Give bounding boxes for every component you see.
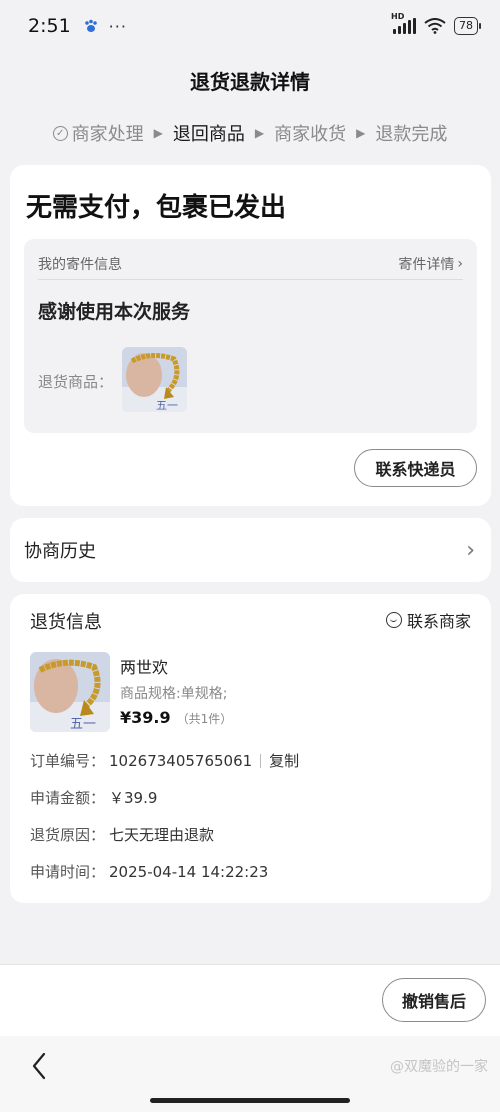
- product-price: ¥39.9: [120, 708, 171, 727]
- return-goods-thumbnail[interactable]: 五一: [122, 347, 187, 412]
- apply-amount-row: 申请金额： ￥39.9: [30, 787, 157, 808]
- arrow-right-icon: ▶: [254, 126, 265, 140]
- shipping-info-box: 我的寄件信息 寄件详情 › 感谢使用本次服务 退货商品： 五一: [24, 239, 477, 433]
- order-number-key: 订单编号：: [30, 752, 106, 770]
- bottom-action-bar: 撤销售后: [0, 964, 500, 1036]
- more-notifications-icon: ···: [108, 16, 127, 36]
- battery-icon: 78: [454, 17, 481, 35]
- svg-text:五一: 五一: [70, 717, 96, 732]
- product-name: 两世欢: [120, 658, 169, 677]
- check-circle-icon: ✓: [52, 125, 68, 141]
- return-reason-value: 七天无理由退款: [109, 826, 215, 844]
- step-label: 退款完成: [375, 124, 448, 145]
- product-count: （共1件）: [176, 712, 233, 726]
- shipping-info-heading: 我的寄件信息: [38, 257, 122, 273]
- contact-courier-button[interactable]: 联系快递员: [354, 449, 477, 487]
- chevron-right-icon: ›: [457, 256, 463, 272]
- product-thumbnail[interactable]: 五一: [30, 652, 110, 732]
- progress-steps: ✓ 商家处理 ▶ 退回商品 ▶ 商家收货 ▶ 退款完成: [0, 120, 500, 146]
- step-merchant-processing: ✓ 商家处理: [52, 120, 144, 146]
- order-number-value: 102673405765061: [109, 751, 253, 770]
- signal-icon: HD: [391, 12, 416, 34]
- status-title: 无需支付，包裹已发出: [26, 193, 287, 223]
- contact-merchant-label: 联系商家: [406, 612, 471, 631]
- apply-amount-key: 申请金额：: [30, 789, 106, 807]
- contact-merchant-button[interactable]: 联系商家: [385, 608, 471, 632]
- step-merchant-receipt: 商家收货: [274, 120, 346, 146]
- back-arrow-icon[interactable]: [28, 1050, 50, 1082]
- chat-icon: [385, 612, 402, 628]
- product-price-row: ¥39.9 （共1件）: [120, 708, 232, 727]
- shipping-info-header: 我的寄件信息 寄件详情 ›: [38, 249, 463, 279]
- step-label: 商家处理: [71, 124, 144, 145]
- divider: [260, 753, 262, 768]
- return-info-title: 退货信息: [30, 612, 102, 633]
- return-reason-row: 退货原因： 七天无理由退款: [30, 824, 214, 845]
- system-nav-bar: @双魔验的一家: [0, 1036, 500, 1112]
- negotiation-history-row[interactable]: 协商历史 ›: [10, 518, 491, 582]
- return-goods-label: 退货商品：: [38, 373, 114, 391]
- wifi-icon: [424, 18, 446, 34]
- step-label: 商家收货: [274, 124, 347, 145]
- watermark: @双魔验的一家: [390, 1059, 488, 1075]
- thanks-message: 感谢使用本次服务: [38, 301, 191, 323]
- return-reason-key: 退货原因：: [30, 826, 106, 844]
- apply-amount-value: ￥39.9: [109, 789, 158, 807]
- history-label: 协商历史: [24, 541, 96, 562]
- step-refund-complete: 退款完成: [375, 120, 447, 146]
- shipping-detail-link[interactable]: 寄件详情 ›: [398, 254, 463, 274]
- apply-time-row: 申请时间： 2025-04-14 14:22:23: [30, 861, 268, 882]
- apply-time-value: 2025-04-14 14:22:23: [109, 862, 269, 881]
- status-bar: 2:51 ··· HD 78: [0, 0, 500, 52]
- apply-time-key: 申请时间：: [30, 863, 106, 881]
- order-number-row: 订单编号： 102673405765061 复制: [30, 750, 299, 771]
- arrow-right-icon: ▶: [356, 126, 366, 140]
- network-type-label: HD: [391, 12, 405, 21]
- svg-text:五一: 五一: [156, 399, 178, 412]
- status-time: 2:51: [28, 15, 71, 37]
- divider: [38, 279, 463, 280]
- cancel-after-sale-button[interactable]: 撤销售后: [382, 978, 486, 1022]
- paw-icon: [84, 19, 97, 32]
- page-title: 退货退款详情: [190, 70, 310, 94]
- shipping-detail-label: 寄件详情: [398, 257, 455, 273]
- copy-order-number-button[interactable]: 复制: [269, 750, 299, 771]
- step-label: 退回商品: [172, 124, 245, 145]
- arrow-right-icon: ▶: [153, 126, 163, 140]
- product-spec: 商品规格:单规格;: [120, 686, 228, 702]
- status-indicators: HD 78: [391, 12, 481, 35]
- chevron-right-icon: ›: [466, 537, 475, 563]
- home-indicator[interactable]: [150, 1098, 350, 1103]
- status-card: 无需支付，包裹已发出 我的寄件信息 寄件详情 › 感谢使用本次服务 退货商品： …: [10, 165, 491, 506]
- step-return-goods: 退回商品: [173, 120, 245, 146]
- return-info-card: 退货信息 联系商家 五一 两世欢 商品规格:单规格; ¥39.9 （共1件） 订…: [10, 594, 491, 903]
